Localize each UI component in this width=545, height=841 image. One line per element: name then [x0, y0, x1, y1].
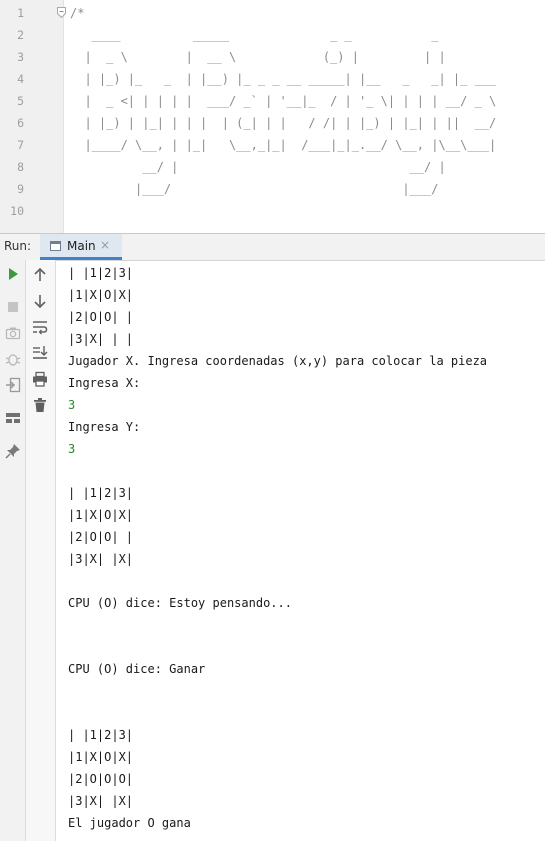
arrow-down-icon[interactable]: [32, 293, 48, 309]
fold-icon[interactable]: [57, 7, 66, 18]
arrow-up-icon[interactable]: [32, 267, 48, 283]
play-icon[interactable]: [5, 266, 21, 282]
console-line: | |1|2|3|: [68, 486, 134, 500]
code-line: |___/ |___/: [70, 182, 439, 196]
line-number: 3: [17, 50, 24, 64]
code-editor[interactable]: 1 2 3 4 5 6 7 8 9 10 /* ____ _____ _ _ _ | _ \ | …: [0, 0, 545, 233]
camera-icon[interactable]: [5, 325, 21, 341]
trash-icon[interactable]: [32, 397, 48, 413]
line-number: 4: [17, 72, 24, 86]
console-line: |3|X| |X|: [68, 552, 134, 566]
tab-main-label: Main: [67, 239, 96, 253]
line-number: 10: [10, 204, 24, 218]
code-line: |____/ \__, | |_| \__,_|_| /___|_|_.__/ …: [70, 138, 497, 152]
line-number: 7: [17, 138, 24, 152]
console-line: |1|X|O|X|: [68, 288, 134, 302]
line-number: 9: [17, 182, 24, 196]
stop-icon[interactable]: [5, 299, 21, 315]
code-line: /*: [70, 6, 85, 20]
console-line: |2|O|O| |: [68, 530, 134, 544]
console-tab-icon: [50, 241, 61, 251]
print-icon[interactable]: [32, 371, 48, 387]
console-line: El jugador O gana: [68, 816, 191, 830]
console-line: |3|X| | |: [68, 332, 134, 346]
console-input-line: 3: [68, 398, 76, 412]
code-line: __/ | __/ |: [70, 160, 446, 174]
console-line: Ingresa Y:: [68, 420, 141, 434]
code-line: | |_) |_ _ | |__) |_ _ _ __ _____| |__ _…: [70, 72, 497, 86]
console-line: |1|X|O|X|: [68, 750, 134, 764]
console-line: |3|X| |X|: [68, 794, 134, 808]
line-number: 1: [17, 6, 24, 20]
exit-icon[interactable]: [5, 377, 21, 393]
code-content[interactable]: /* ____ _____ _ _ _ | _ \ | __ \ (_) | |…: [70, 2, 496, 222]
console-line: Jugador X. Ingresa coordenadas (x,y) par…: [68, 354, 488, 368]
line-number-gutter: 1 2 3 4 5 6 7 8 9 10: [0, 0, 64, 233]
console-input-line: 3: [68, 442, 76, 456]
console-line: | |1|2|3|: [68, 266, 134, 280]
console-line: |2|O|O|O|: [68, 772, 134, 786]
run-left-toolbar: [0, 260, 26, 841]
debug-icon[interactable]: [5, 351, 21, 367]
line-number: 2: [17, 28, 24, 42]
line-number: 8: [17, 160, 24, 174]
console-line: |1|X|O|X|: [68, 508, 134, 522]
soft-wrap-icon[interactable]: [32, 319, 48, 335]
scroll-to-end-icon[interactable]: [32, 345, 48, 361]
console-line: Ingresa X:: [68, 376, 141, 390]
tab-main[interactable]: Main ×: [40, 234, 122, 260]
console-line: | |1|2|3|: [68, 728, 134, 742]
code-line: | |_) | |_| | | | | (_| | | / /| | |_) |…: [70, 116, 497, 130]
line-number: 6: [17, 116, 24, 130]
console-toolbar: [26, 260, 56, 841]
close-icon[interactable]: ×: [100, 238, 110, 252]
run-label: Run:: [4, 239, 32, 253]
code-line: | _ <| | | | | ___/ _` | '__|_ / | '_ \|…: [70, 94, 497, 108]
console-line: CPU (O) dice: Ganar: [68, 662, 206, 676]
run-tool-window-header: Run: Main ×: [0, 233, 545, 261]
code-line: | _ \ | __ \ (_) | | |: [70, 50, 446, 64]
console-output[interactable]: | |1|2|3| |1|X|O|X| |2|O|O| | |3|X| | | Juga…: [68, 262, 487, 834]
console-line: |2|O|O| |: [68, 310, 134, 324]
line-number: 5: [17, 94, 24, 108]
console-line: CPU (O) dice: Estoy pensando...: [68, 596, 292, 610]
layout-icon[interactable]: [5, 410, 21, 426]
code-line: ____ _____ _ _ _: [70, 28, 439, 42]
pin-icon[interactable]: [5, 443, 21, 459]
